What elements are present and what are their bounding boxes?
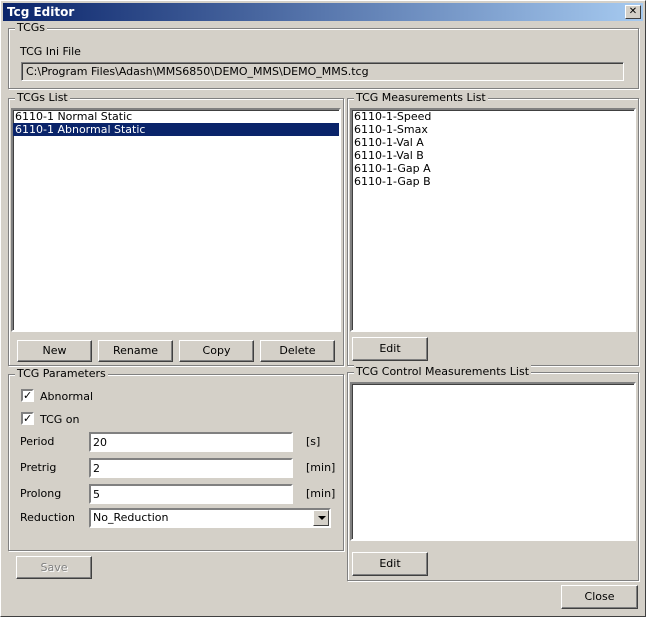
list-item[interactable]: 6110-1-Gap B <box>352 175 634 188</box>
parameters-group: TCG Parameters ✓ Abnormal ✓ TCG on Perio… <box>8 367 344 551</box>
rename-button[interactable]: Rename <box>98 340 173 362</box>
list-item[interactable]: 6110-1 Abnormal Static <box>13 123 339 136</box>
control-edit-button[interactable]: Edit <box>352 552 428 576</box>
save-button[interactable]: Save <box>16 556 92 579</box>
list-item[interactable]: 6110-1-Val B <box>352 149 634 162</box>
reduction-label: Reduction <box>20 511 75 524</box>
list-item[interactable]: 6110-1-Smax <box>352 123 634 136</box>
close-button[interactable]: Close <box>561 585 638 609</box>
ini-file-path-field[interactable]: C:\Program Files\Adash\MMS6850\DEMO_MMS\… <box>21 62 624 81</box>
list-item[interactable]: 6110-1 Normal Static <box>13 110 339 123</box>
title-bar[interactable]: Tcg Editor ✕ <box>3 3 643 21</box>
measurements-listbox[interactable]: 6110-1-Speed 6110-1-Smax 6110-1-Val A 6110-… <box>350 108 636 332</box>
list-item[interactable]: 6110-1-Gap A <box>352 162 634 175</box>
prolong-unit: [min] <box>306 487 336 500</box>
pretrig-unit: [min] <box>306 461 336 474</box>
chevron-down-icon[interactable] <box>313 510 329 526</box>
abnormal-checkbox[interactable]: ✓ <box>21 389 34 402</box>
prolong-input[interactable]: 5 <box>89 484 293 504</box>
tcgs-group-label: TCGs <box>15 21 48 34</box>
reduction-select[interactable]: No_Reduction <box>89 508 331 528</box>
tcgs-list-group: TCGs List 6110-1 Normal Static 6110-1 Abn… <box>8 91 344 366</box>
measurements-list-group-label: TCG Measurements List <box>354 91 488 104</box>
period-unit: [s] <box>306 435 321 448</box>
copy-button[interactable]: Copy <box>179 340 254 362</box>
list-item[interactable]: 6110-1-Val A <box>352 136 634 149</box>
control-measurements-listbox[interactable] <box>350 382 636 541</box>
abnormal-label: Abnormal <box>40 390 94 403</box>
reduction-selected-value: No_Reduction <box>93 511 169 524</box>
parameters-group-label: TCG Parameters <box>15 367 108 380</box>
tcg-on-checkbox[interactable]: ✓ <box>21 412 34 425</box>
control-list-group: TCG Control Measurements List Edit <box>347 365 639 581</box>
tcg-editor-window: Tcg Editor ✕ TCGs TCG Ini File C:\Progra… <box>0 0 646 617</box>
control-list-group-label: TCG Control Measurements List <box>354 365 532 378</box>
measurements-list-group: TCG Measurements List 6110-1-Speed 6110-1… <box>347 91 639 366</box>
tcgs-group: TCGs TCG Ini File C:\Program Files\Adash… <box>8 21 639 89</box>
delete-button[interactable]: Delete <box>260 340 335 362</box>
list-item[interactable]: 6110-1-Speed <box>352 110 634 123</box>
measurements-edit-button[interactable]: Edit <box>352 337 428 361</box>
pretrig-label: Pretrig <box>20 461 57 474</box>
period-label: Period <box>20 435 55 448</box>
pretrig-input[interactable]: 2 <box>89 458 293 478</box>
prolong-label: Prolong <box>20 487 62 500</box>
tcgs-list-group-label: TCGs List <box>15 91 70 104</box>
tcg-on-label: TCG on <box>40 413 80 426</box>
ini-file-label: TCG Ini File <box>20 45 81 58</box>
tcgs-listbox[interactable]: 6110-1 Normal Static 6110-1 Abnormal Stat… <box>11 108 341 332</box>
window-title: Tcg Editor <box>7 5 75 19</box>
new-button[interactable]: New <box>17 340 92 362</box>
close-window-icon[interactable]: ✕ <box>625 5 641 19</box>
period-input[interactable]: 20 <box>89 432 293 452</box>
